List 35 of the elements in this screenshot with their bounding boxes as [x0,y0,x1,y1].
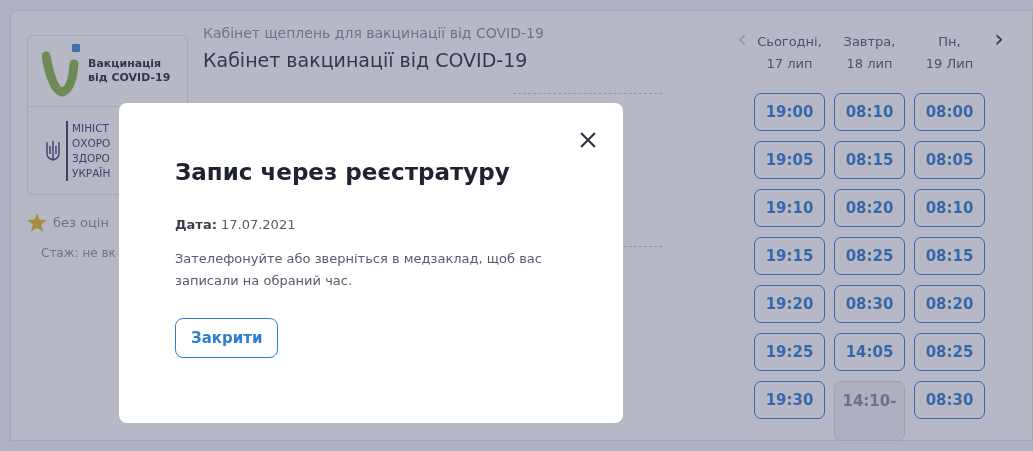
clinic-subtitle: Кабінет щеплень для вакцинації від COVID-19 [203,25,545,41]
time-slot-button[interactable]: 08:30 [834,285,905,323]
day-header: Завтра, 18 лип [843,33,896,73]
time-slot-button[interactable]: 08:30 [914,381,985,419]
time-slot-button[interactable]: 19:00 [754,93,825,131]
date-text: Дата: 17.07.2021 [175,217,296,232]
day-header: Пн, 19 Лип [925,33,974,73]
modal-message: Зателефонуйте або зверніться в медзаклад, щоб вас записали на обраний час. [175,250,543,290]
close-button[interactable]: Закрити [175,318,279,358]
logo-text: Вакцинація від COVID-19 [88,57,171,85]
time-slot-button[interactable]: 08:15 [834,141,905,179]
time-slot-button[interactable]: 14:05 [834,333,905,371]
clinic-title: Кабінет вакцинації від COVID-19 [203,49,529,71]
ministry-logo-text: МІНІСТ ОХОРО ЗДОРО УКРАЇН [66,120,111,181]
time-slot-button[interactable]: 19:25 [754,333,825,371]
time-slot-button[interactable]: 08:20 [914,285,985,323]
time-slot-button[interactable]: 08:00 [914,93,985,131]
time-slot-button[interactable]: 08:05 [914,141,985,179]
day-header: Сьогодні, 17 лип [757,33,822,73]
time-slot-button[interactable]: 08:25 [914,333,985,371]
time-slot-button[interactable]: 19:15 [754,237,825,275]
rating-text: без оцін [53,215,109,230]
time-slot-button[interactable]: 08:20 [834,189,905,227]
time-slot-button[interactable]: 19:05 [754,141,825,179]
time-slot-button[interactable]: 19:20 [754,285,825,323]
time-slot-button[interactable]: 08:10 [914,189,985,227]
time-slot-button[interactable]: 19:10 [754,189,825,227]
star-icon [27,213,47,232]
time-slot-button[interactable]: 19:30 [754,381,825,419]
vaccine-logo-icon [42,44,80,98]
time-slot-button[interactable]: 08:15 [914,237,985,275]
time-slot-button[interactable]: 08:25 [834,237,905,275]
trident-icon [46,139,60,162]
modal-title: Запис через реєстратуру [175,159,510,185]
time-slot-button[interactable]: 08:10 [834,93,905,131]
